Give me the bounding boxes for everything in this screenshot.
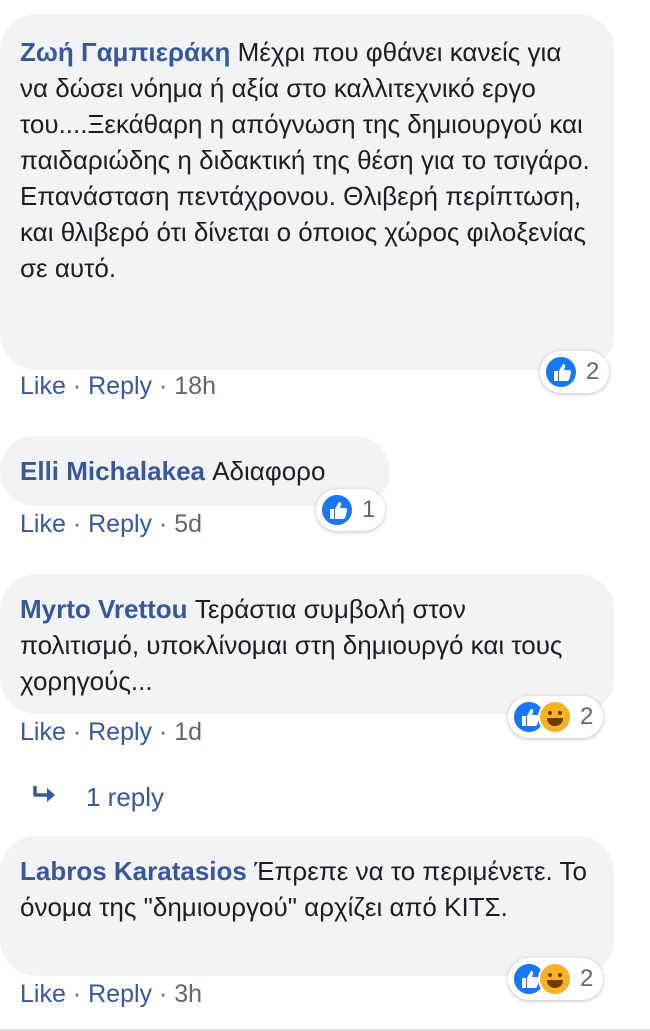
haha-reaction-icon bbox=[538, 700, 572, 734]
comment-author[interactable]: Labros Karatasios bbox=[20, 856, 247, 886]
separator: · bbox=[158, 372, 168, 400]
reaction-count: 2 bbox=[586, 358, 600, 385]
reaction-summary[interactable]: 2 bbox=[540, 351, 610, 393]
separator: · bbox=[72, 372, 82, 400]
timestamp[interactable]: 1d bbox=[174, 718, 202, 746]
like-link[interactable]: Like bbox=[20, 510, 66, 538]
comment-bubble: Myrto Vrettou Τεράστια συμβολή στον πολι… bbox=[0, 574, 614, 714]
comment-author[interactable]: Myrto Vrettou bbox=[20, 594, 188, 624]
reply-link[interactable]: Reply bbox=[88, 980, 152, 1008]
like-link[interactable]: Like bbox=[20, 980, 66, 1008]
separator: · bbox=[158, 718, 168, 746]
separator: · bbox=[72, 510, 82, 538]
like-reaction-icon bbox=[320, 493, 354, 527]
separator: · bbox=[158, 510, 168, 538]
comment-bubble: Ζωή Γαμπιεράκη Μέχρι που φθάνει κανείς γ… bbox=[0, 14, 614, 370]
comment-actions: Like · Reply · 5d bbox=[20, 510, 202, 539]
reply-link[interactable]: Reply bbox=[88, 372, 152, 400]
separator: · bbox=[72, 718, 82, 746]
reply-link[interactable]: Reply bbox=[88, 510, 152, 538]
reply-link[interactable]: Reply bbox=[88, 718, 152, 746]
view-replies-link[interactable]: 1 reply bbox=[32, 782, 164, 813]
timestamp[interactable]: 5d bbox=[174, 510, 202, 538]
timestamp[interactable]: 18h bbox=[174, 372, 216, 400]
separator: · bbox=[72, 980, 82, 1008]
replies-count-label[interactable]: 1 reply bbox=[86, 782, 164, 813]
comment-actions: Like · Reply · 1d bbox=[20, 718, 202, 747]
comment-author[interactable]: Ζωή Γαμπιεράκη bbox=[20, 37, 230, 67]
like-link[interactable]: Like bbox=[20, 372, 66, 400]
like-link[interactable]: Like bbox=[20, 718, 66, 746]
reaction-summary[interactable]: 1 bbox=[316, 489, 386, 531]
reaction-summary[interactable]: 2 bbox=[508, 958, 604, 1000]
reply-arrow-icon bbox=[32, 782, 72, 813]
haha-reaction-icon bbox=[538, 962, 572, 996]
comment-actions: Like · Reply · 3h bbox=[20, 980, 202, 1009]
reaction-count: 2 bbox=[580, 965, 594, 992]
reaction-count: 1 bbox=[362, 496, 376, 523]
separator: · bbox=[158, 980, 168, 1008]
comment-actions: Like · Reply · 18h bbox=[20, 372, 216, 401]
timestamp[interactable]: 3h bbox=[174, 980, 202, 1008]
comment-author[interactable]: Elli Michalakea bbox=[20, 456, 205, 486]
reaction-count: 2 bbox=[580, 703, 594, 730]
like-reaction-icon bbox=[544, 355, 578, 389]
comment-bubble: Labros Karatasios Έπρεπε να το περιμένετ… bbox=[0, 836, 614, 976]
reaction-summary[interactable]: 2 bbox=[508, 696, 604, 738]
comment-text: Μέχρι που φθάνει κανείς για να δώσει νόη… bbox=[20, 37, 590, 283]
comment-text: Αδιαφορο bbox=[212, 456, 326, 486]
